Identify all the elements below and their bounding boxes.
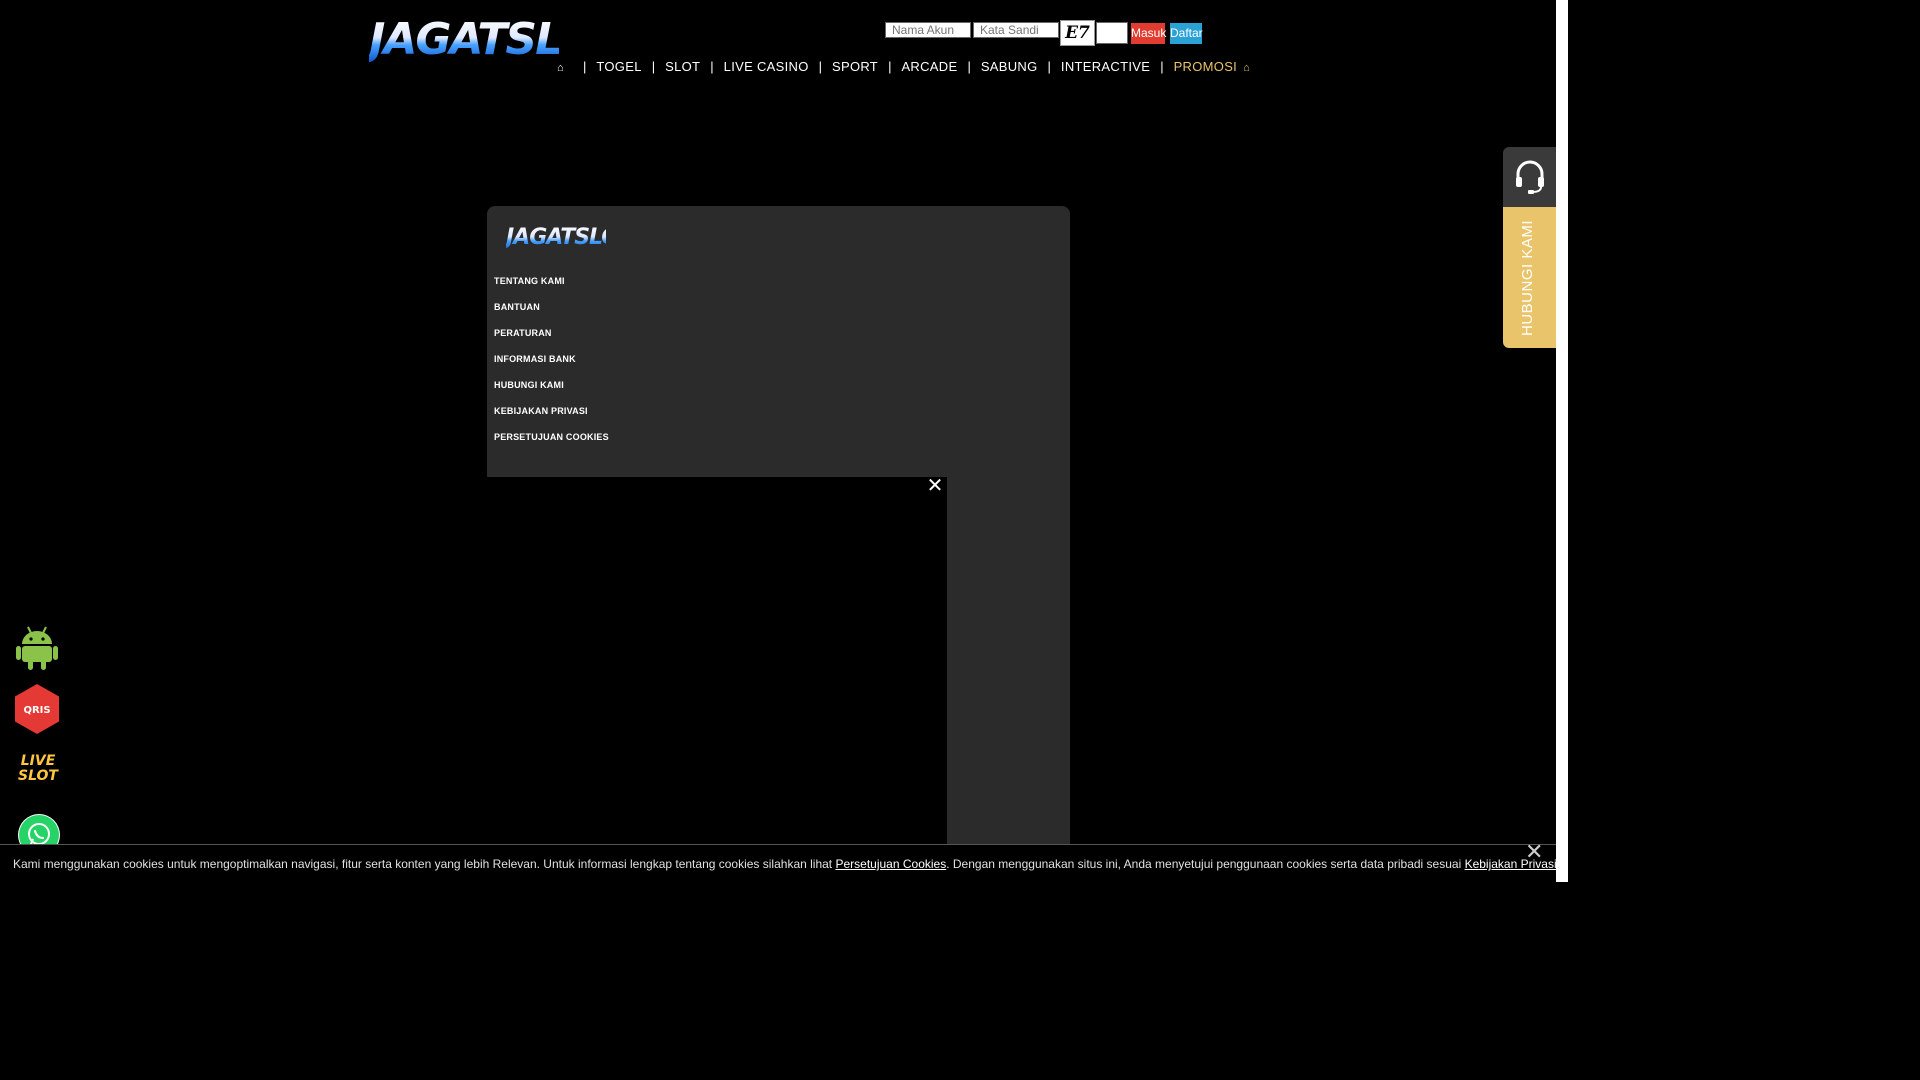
nav-separator: |: [818, 58, 822, 74]
nav-item-slot[interactable]: SLOT: [665, 59, 700, 74]
cookie-close-icon[interactable]: ✕: [1525, 841, 1543, 863]
gift-icon: ⌂: [1243, 62, 1250, 74]
scrollbar[interactable]: [1556, 0, 1568, 882]
nav-separator: |: [651, 58, 656, 74]
footer-link-bantuan[interactable]: BANTUAN: [494, 302, 609, 328]
contact-tab[interactable]: HUBUNGI KAMI: [1503, 147, 1556, 348]
cookie-bar: Kami menggunakan cookies untuk mengoptim…: [0, 844, 1560, 882]
password-input[interactable]: [973, 22, 1059, 38]
nav-item-arcade[interactable]: ARCADE: [901, 59, 957, 74]
nav-separator: |: [1160, 58, 1164, 74]
nav-separator: |: [710, 58, 714, 74]
footer-link-peraturan[interactable]: PERATURAN: [494, 328, 609, 354]
nav-separator: |: [1047, 58, 1051, 74]
live-slot-icon[interactable]: LIVE SLOT: [14, 754, 62, 792]
nav-item-interactive[interactable]: INTERACTIVE: [1061, 59, 1150, 74]
footer-link-persetujuan-cookies[interactable]: PERSETUJUAN COOKIES: [494, 432, 609, 458]
svg-text:QRIS: QRIS: [23, 705, 50, 716]
captcha-image: E7: [1060, 20, 1095, 46]
site-logo[interactable]: JAGATSLOT: [369, 16, 559, 64]
cookie-text-1: Kami menggunakan cookies untuk mengoptim…: [13, 857, 836, 871]
headset-icon: [1503, 147, 1556, 207]
android-icon[interactable]: [16, 624, 58, 670]
live-slot-line1: LIVE: [20, 753, 56, 769]
nav-separator: |: [967, 58, 971, 74]
cookie-text-3: .: [1556, 857, 1560, 871]
nav-item-live-casino[interactable]: LIVE CASINO: [724, 59, 809, 74]
footer-link-tentang-kami[interactable]: TENTANG KAMI: [494, 276, 609, 302]
footer-link-kebijakan-privasi[interactable]: KEBIJAKAN PRIVASI: [494, 406, 609, 432]
cookie-consent-link[interactable]: Persetujuan Cookies: [835, 857, 946, 871]
nav-item-promosi[interactable]: PROMOSI: [1174, 59, 1238, 74]
login-button[interactable]: Masuk: [1131, 23, 1166, 44]
cookie-text-2: . Dengan menggunakan situs ini, Anda men…: [946, 857, 1465, 871]
home-icon[interactable]: ⌂: [557, 63, 567, 74]
footer-link-informasi-bank[interactable]: INFORMASI BANK: [494, 354, 609, 380]
live-slot-line2: SLOT: [18, 768, 58, 784]
video-close-icon[interactable]: ✕: [926, 476, 944, 496]
nav-item-sport[interactable]: SPORT: [832, 59, 878, 74]
nav-item-sabung[interactable]: SABUNG: [981, 59, 1038, 74]
contact-tab-body: HUBUNGI KAMI: [1503, 207, 1556, 348]
nav-separator: |: [583, 58, 587, 74]
qris-icon[interactable]: QRIS: [13, 683, 61, 735]
nav-separator: |: [888, 58, 892, 74]
username-input[interactable]: [885, 22, 971, 38]
footer-logo: JAGATSLOT: [506, 224, 606, 252]
footer-logo-text: JAGATSLOT: [506, 225, 633, 250]
nav-item-togel[interactable]: TOGEL: [596, 59, 641, 74]
captcha-input[interactable]: [1096, 22, 1128, 44]
video-popup[interactable]: [487, 477, 947, 882]
register-button[interactable]: Daftar: [1170, 23, 1203, 44]
footer-link-hubungi-kami[interactable]: HUBUNGI KAMI: [494, 380, 609, 406]
logo-text: JAGATSLOT: [369, 14, 623, 65]
contact-tab-label: HUBUNGI KAMI: [1519, 219, 1536, 336]
footer-links: TENTANG KAMI BANTUAN PERATURAN INFORMASI…: [494, 276, 609, 458]
main-nav: ⌂ | TOGEL | SLOT | LIVE CASINO | SPORT |…: [555, 56, 1250, 76]
